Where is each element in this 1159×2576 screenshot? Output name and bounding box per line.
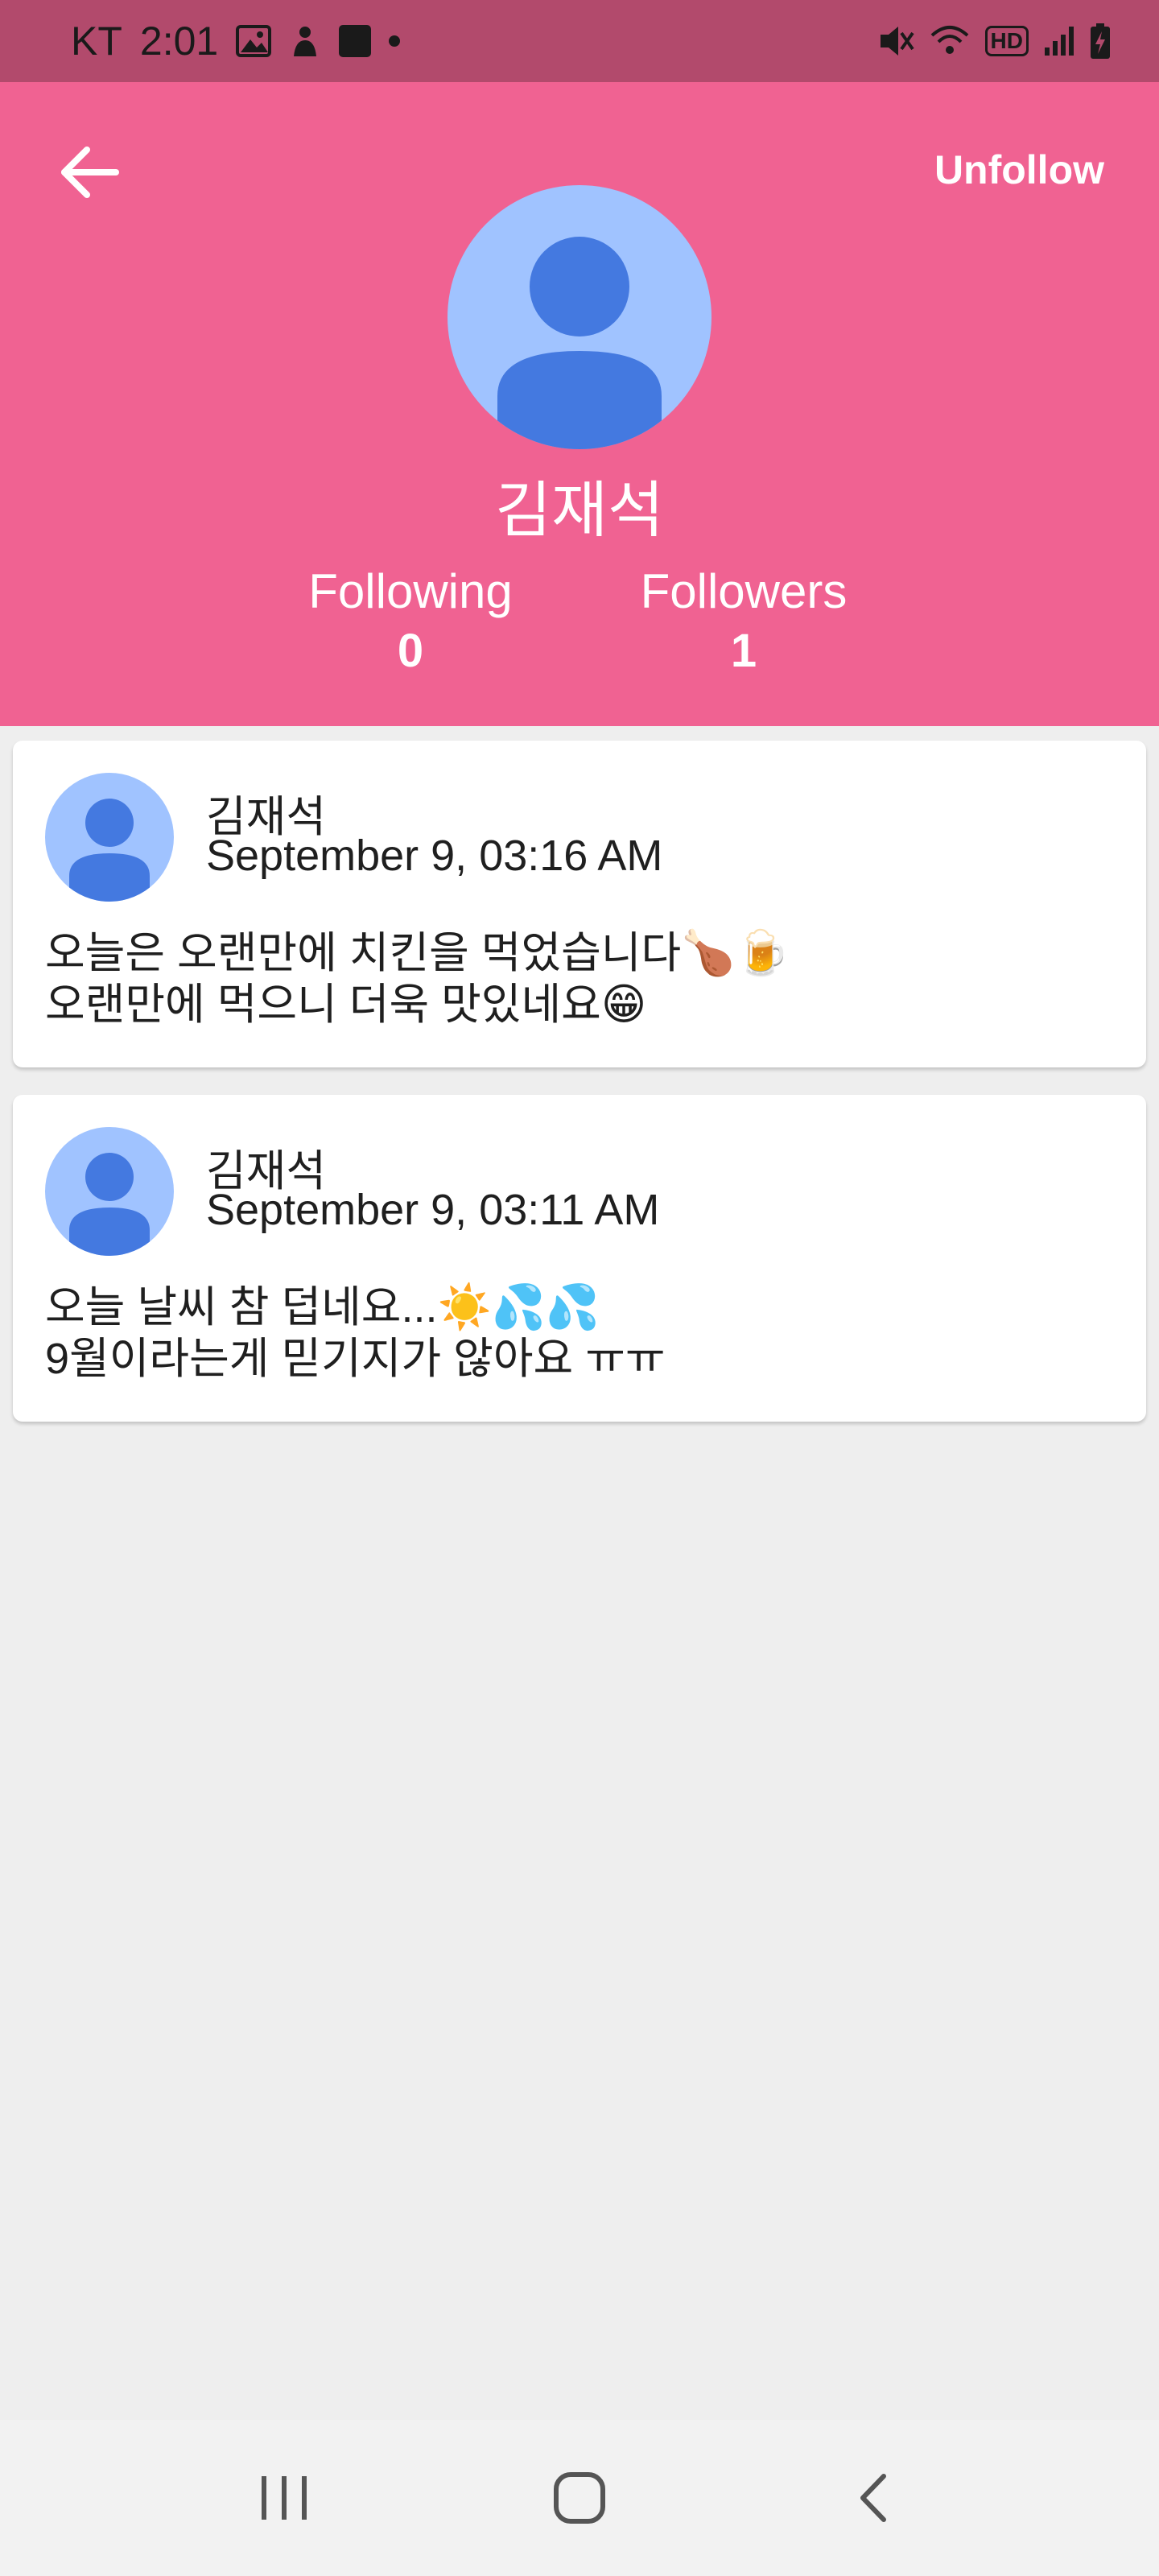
home-icon — [553, 2472, 605, 2524]
arrow-back-icon — [61, 147, 119, 198]
dot-icon — [389, 35, 401, 47]
battery-charging-icon — [1091, 23, 1110, 59]
clock: 2:01 — [139, 19, 219, 64]
post-card[interactable]: 김재석 September 9, 03:16 AM 오늘은 오랜만에 치킨을 먹… — [13, 741, 1146, 1067]
navigation-bar — [0, 2420, 1159, 2576]
post-body: 오늘은 오랜만에 치킨을 먹었습니다🍗🍺 오랜만에 먹으니 더욱 맛있네요😁 — [45, 929, 790, 1029]
following-label: Following — [308, 564, 513, 618]
wifi-icon — [930, 26, 968, 54]
post-avatar — [45, 1127, 174, 1256]
signal-icon — [1045, 27, 1074, 56]
carrier-label: KT — [71, 19, 122, 64]
status-left: KT 2:01 — [71, 18, 401, 64]
following-stat[interactable]: Following 0 — [282, 564, 539, 678]
person-icon — [69, 799, 150, 902]
unfollow-button[interactable]: Unfollow — [934, 147, 1104, 193]
hd-icon: HD — [984, 26, 1029, 56]
system-back-button[interactable] — [827, 2450, 923, 2546]
back-button[interactable] — [58, 140, 122, 204]
status-bar: KT 2:01 HD — [0, 0, 1159, 82]
recent-apps-icon — [262, 2476, 307, 2520]
home-button[interactable] — [531, 2450, 628, 2546]
hand-icon — [294, 27, 317, 56]
back-icon — [860, 2474, 886, 2522]
status-right: HD — [877, 23, 1111, 59]
post-avatar — [45, 773, 174, 902]
profile-avatar — [448, 185, 711, 449]
followers-stat[interactable]: Followers 1 — [615, 564, 872, 678]
mute-icon — [880, 27, 914, 56]
note-icon — [339, 25, 372, 57]
post-date: September 9, 03:16 AM — [206, 832, 663, 880]
profile-name: 김재석 — [495, 477, 664, 545]
recent-apps-button[interactable] — [236, 2450, 332, 2546]
post-body: 오늘 날씨 참 덥네요...☀️💦💦 9월이라는게 믿기지가 않아요 ㅠㅠ — [45, 1283, 666, 1383]
image-icon — [236, 25, 272, 57]
post-date: September 9, 03:11 AM — [206, 1186, 660, 1234]
followers-count: 1 — [730, 625, 757, 677]
followers-label: Followers — [640, 564, 848, 618]
following-count: 0 — [397, 625, 424, 677]
post-card[interactable]: 김재석 September 9, 03:11 AM 오늘 날씨 참 덥네요...… — [13, 1095, 1146, 1422]
profile-header: Unfollow 김재석 Following 0 Followers 1 — [0, 82, 1159, 726]
person-icon — [497, 237, 662, 449]
profile-screen: KT 2:01 HD Unfollow 김재석 Following 0 Foll… — [0, 0, 1159, 2576]
person-icon — [69, 1153, 150, 1256]
